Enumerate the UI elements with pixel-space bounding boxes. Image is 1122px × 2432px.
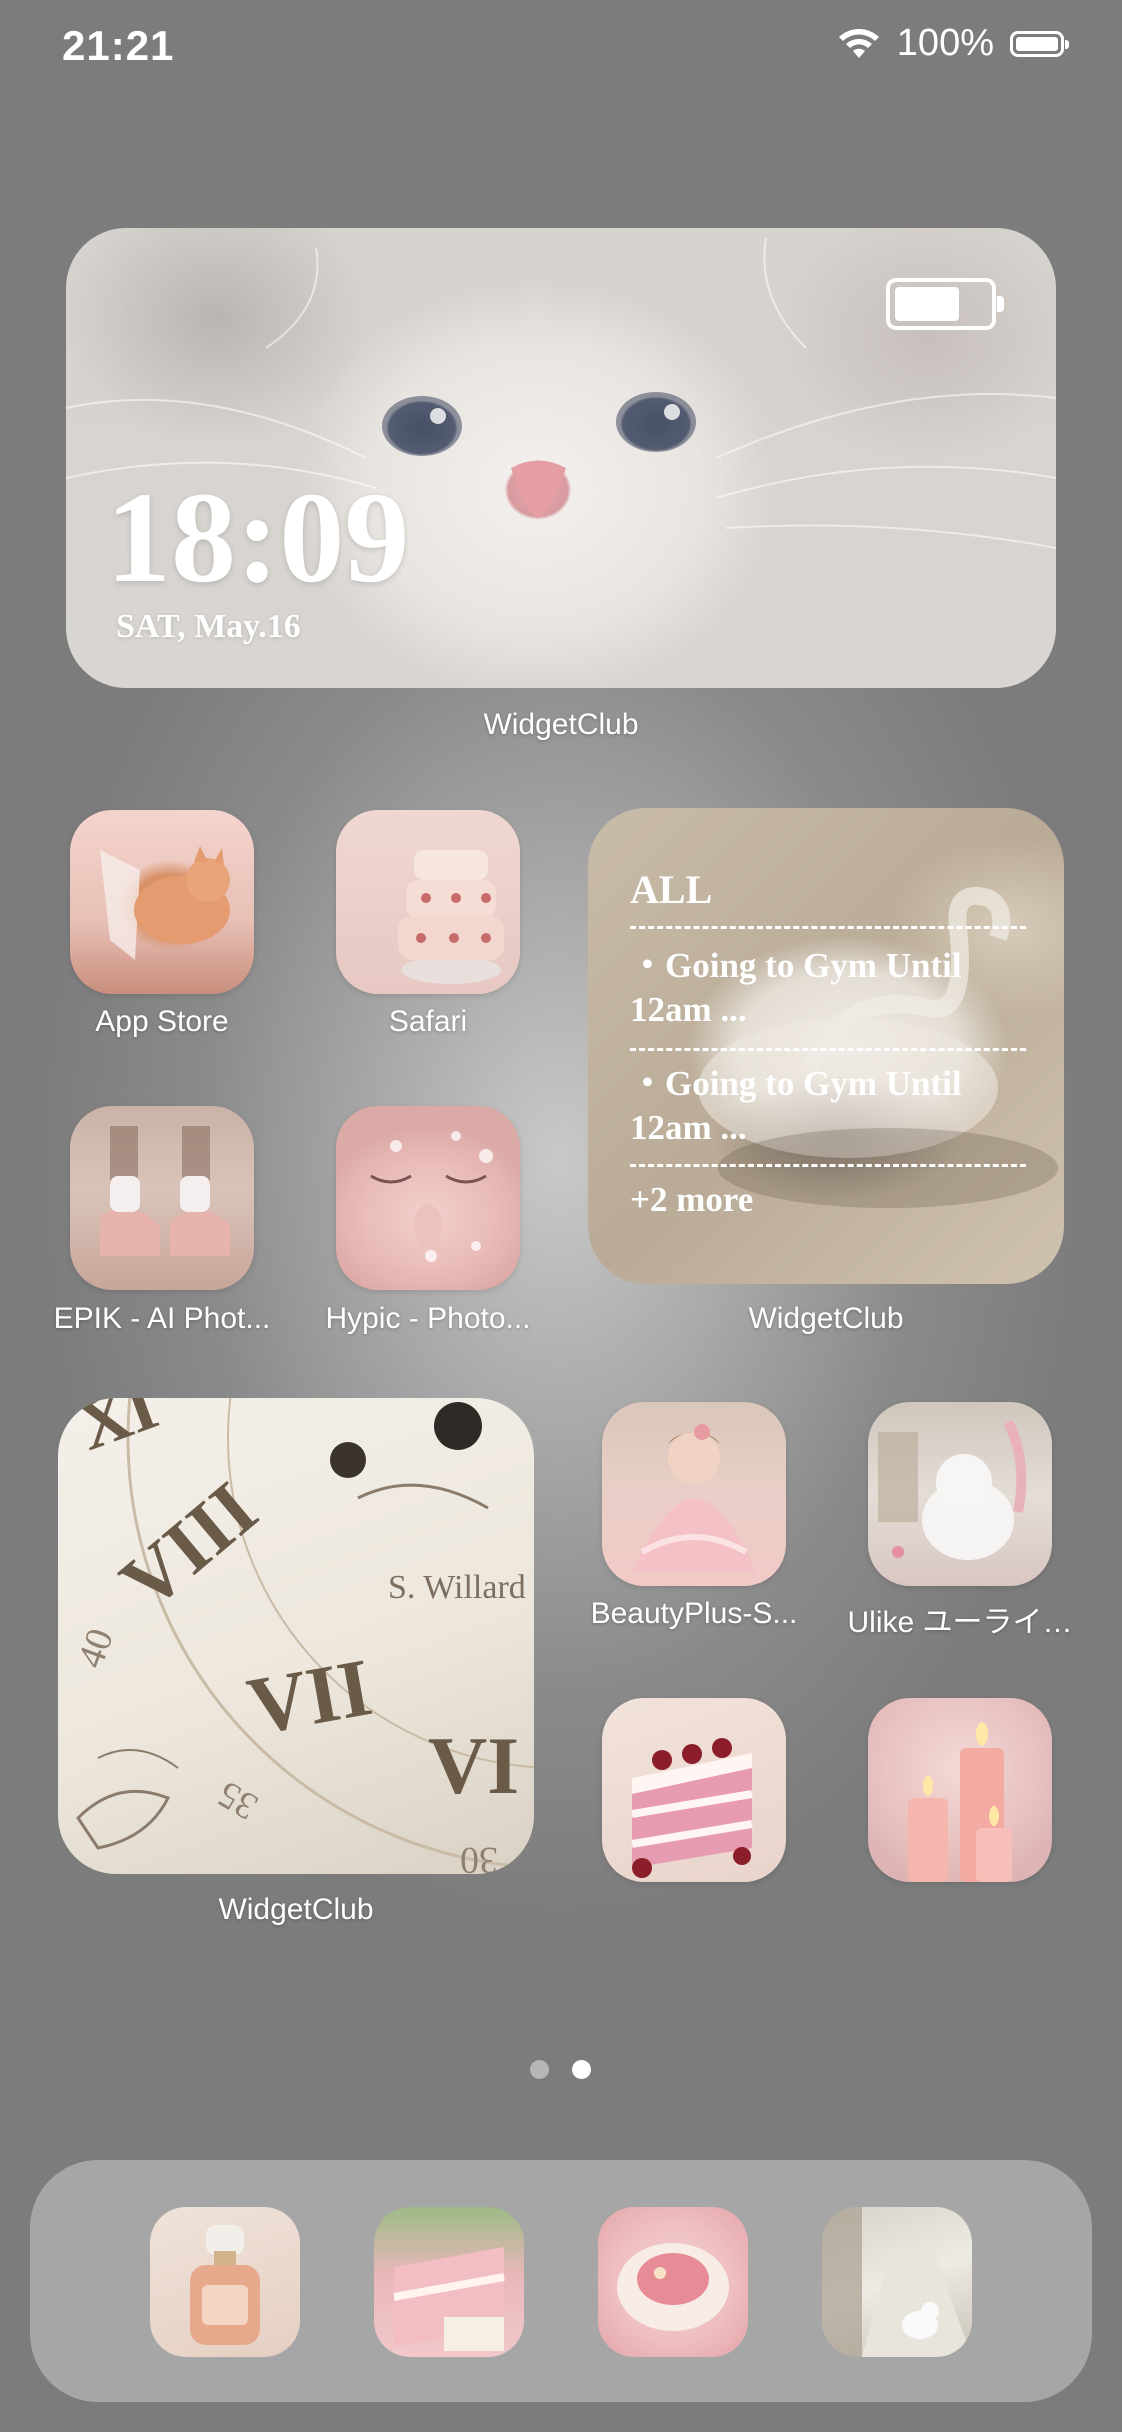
cherry-cake-icon[interactable] <box>602 1698 786 1882</box>
alley-cat-icon[interactable] <box>822 2207 972 2357</box>
status-right: 100% <box>837 22 1069 65</box>
cake-icon[interactable] <box>374 2207 524 2357</box>
app-store-icon[interactable] <box>70 810 254 994</box>
svg-text:40: 40 <box>70 1623 122 1673</box>
epik-icon[interactable] <box>70 1106 254 1290</box>
svg-text:VIII: VIII <box>104 1465 273 1626</box>
cat-clock-widget[interactable]: 18:09 SAT, May.16 <box>66 228 1056 688</box>
candles-icon[interactable] <box>868 1698 1052 1882</box>
beautyplus-label: BeautyPlus-S... <box>590 1597 798 1630</box>
svg-text:35: 35 <box>211 1773 265 1828</box>
svg-text:XI: XI <box>68 1398 167 1466</box>
teacup-icon[interactable] <box>598 2207 748 2357</box>
page-dot-2-active[interactable] <box>572 2060 591 2079</box>
beautyplus-icon[interactable] <box>602 1402 786 1586</box>
svg-text:VII: VII <box>241 1641 378 1752</box>
battery-widget-icon <box>886 278 1004 330</box>
hypic-icon[interactable] <box>336 1106 520 1290</box>
widget-clock-time: 18:09 <box>106 466 410 610</box>
todo-item: ・Going to Gym Until 12am ... <box>630 1064 962 1147</box>
todo-divider <box>630 926 1026 929</box>
todo-widget-label: WidgetClub <box>748 1302 904 1335</box>
svg-text:30: 30 <box>460 1839 498 1874</box>
safari-label: Safari <box>388 1005 468 1038</box>
perfume-icon[interactable] <box>150 2207 300 2357</box>
clock-face-art: XI VIII VII VI 40 35 30 S. Willard <box>68 1398 534 1874</box>
clock-face-widget[interactable]: XI VIII VII VI 40 35 30 S. Willard <box>58 1398 534 1874</box>
wifi-icon <box>837 28 881 60</box>
widget-clock-date: SAT, May.16 <box>116 608 301 645</box>
hypic-label: Hypic - Photo... <box>325 1302 531 1335</box>
ulike-label: Ulike ユーライ… <box>847 1606 1073 1639</box>
cat-clock-widget-label: WidgetClub <box>483 708 639 741</box>
app-store-label: App Store <box>95 1005 229 1038</box>
safari-icon[interactable] <box>336 810 520 994</box>
ulike-icon[interactable] <box>868 1402 1052 1586</box>
battery-percentage: 100% <box>896 22 994 64</box>
todo-header: ALL <box>630 867 713 912</box>
todo-more: +2 more <box>630 1180 754 1219</box>
battery-icon <box>1010 30 1069 57</box>
todo-divider <box>630 1164 1026 1167</box>
status-time: 21:21 <box>62 22 175 69</box>
svg-text:VI: VI <box>428 1720 519 1811</box>
epik-label: EPIK - AI Phot... <box>53 1302 271 1335</box>
todo-widget[interactable]: ALL ・Going to Gym Until 12am ... ・Going … <box>588 808 1064 1284</box>
svg-text:S. Willard: S. Willard <box>388 1569 526 1606</box>
clock-face-widget-label: WidgetClub <box>218 1893 374 1926</box>
page-dot-1[interactable] <box>530 2060 549 2079</box>
todo-divider <box>630 1048 1026 1051</box>
todo-item: ・Going to Gym Until 12am ... <box>630 946 962 1029</box>
